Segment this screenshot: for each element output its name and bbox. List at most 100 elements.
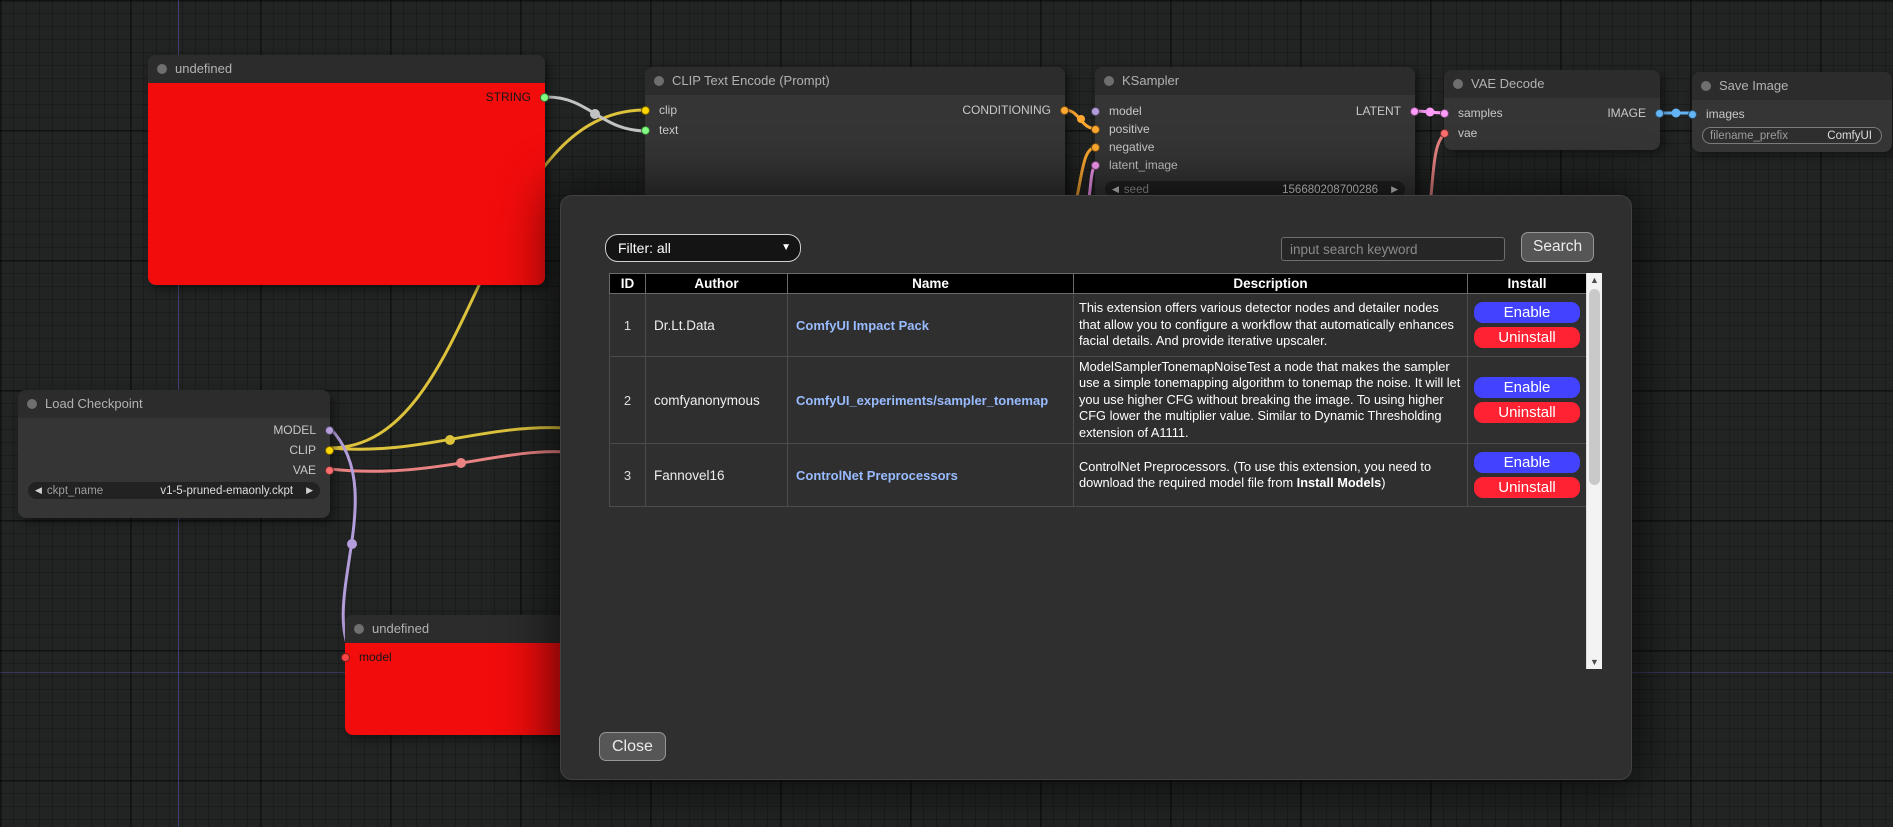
extension-link[interactable]: ComfyUI Impact Pack — [796, 318, 929, 333]
wire-vae-to-hidden — [330, 452, 566, 472]
search-input[interactable] — [1281, 237, 1505, 261]
extension-description: This extension offers various detector n… — [1074, 294, 1468, 357]
extension-link[interactable]: ControlNet Preprocessors — [796, 468, 958, 483]
node-body: MODEL CLIP VAE ◀ ckpt_name v1-5-pruned-e… — [18, 418, 330, 518]
input-slot-latent-image: latent_image — [1095, 157, 1178, 173]
input-slot-positive: positive — [1095, 121, 1150, 137]
extension-manager-dialog: Filter: all ▼ Search ID Author Name Desc… — [560, 195, 1632, 780]
enable-button[interactable]: Enable — [1474, 377, 1580, 398]
wire-hidden-to-negative — [1077, 147, 1097, 197]
decrement-arrow-icon[interactable]: ◀ — [35, 485, 42, 496]
node-titlebar[interactable]: CLIP Text Encode (Prompt) — [645, 67, 1065, 95]
slot-label: VAE — [293, 463, 316, 477]
extension-link[interactable]: ComfyUI_experiments/sampler_tonemap — [796, 393, 1048, 408]
input-slot-clip: clip — [645, 102, 677, 118]
node-title: CLIP Text Encode (Prompt) — [672, 73, 830, 88]
node-collapse-dot[interactable] — [654, 76, 664, 86]
node-body: samples vae IMAGE — [1444, 98, 1660, 150]
extension-row: 3Fannovel16ControlNet PreprocessorsContr… — [610, 444, 1587, 507]
output-pin-string[interactable] — [540, 93, 549, 102]
wire-string-to-text — [547, 97, 647, 131]
description-text: ModelSamplerTonemapNoiseTest a node that… — [1079, 359, 1460, 440]
extension-author: Dr.Lt.Data — [646, 294, 788, 357]
output-slot-model: MODEL — [273, 422, 330, 438]
enable-button[interactable]: Enable — [1474, 302, 1580, 323]
output-pin-conditioning[interactable] — [1060, 106, 1069, 115]
scrollbar-thumb[interactable] — [1589, 289, 1600, 485]
input-pin-text[interactable] — [641, 126, 650, 135]
scroll-up-icon[interactable]: ▲ — [1587, 273, 1602, 287]
slot-label: IMAGE — [1607, 106, 1646, 120]
extension-install-cell: Enable Uninstall — [1468, 444, 1587, 507]
extension-name: ComfyUI Impact Pack — [788, 294, 1074, 357]
node-collapse-dot[interactable] — [1453, 79, 1463, 89]
node-titlebar[interactable]: undefined — [148, 55, 545, 83]
extension-row: 1Dr.Lt.DataComfyUI Impact PackThis exten… — [610, 294, 1587, 357]
header-description: Description — [1074, 274, 1468, 294]
node-titlebar[interactable]: Load Checkpoint — [18, 390, 330, 418]
input-pin-negative[interactable] — [1091, 143, 1100, 152]
input-pin-samples[interactable] — [1440, 109, 1449, 118]
output-slot-vae: VAE — [293, 462, 330, 478]
output-pin-latent[interactable] — [1410, 107, 1419, 116]
increment-arrow-icon[interactable]: ▶ — [1391, 184, 1398, 195]
node-collapse-dot[interactable] — [1701, 81, 1711, 91]
input-pin-images[interactable] — [1688, 110, 1697, 119]
filename-prefix-widget[interactable]: filename_prefix ComfyUI — [1702, 127, 1882, 144]
close-button[interactable]: Close — [599, 732, 666, 761]
decrement-arrow-icon[interactable]: ◀ — [1112, 184, 1119, 195]
header-author: Author — [646, 274, 788, 294]
input-pin-positive[interactable] — [1091, 125, 1100, 134]
slot-label: MODEL — [273, 423, 316, 437]
node-undefined-top[interactable]: undefined STRING — [148, 55, 545, 285]
node-body: images filename_prefix ComfyUI — [1692, 100, 1892, 152]
filter-select-wrap: Filter: all ▼ — [605, 234, 801, 262]
search-button[interactable]: Search — [1521, 232, 1594, 262]
node-graph-canvas[interactable]: undefined STRING CLIP Text Encode (Promp… — [0, 0, 1893, 827]
node-collapse-dot[interactable] — [1104, 76, 1114, 86]
widget-value: 156680208700286 — [1282, 184, 1378, 196]
node-titlebar[interactable]: VAE Decode — [1444, 70, 1660, 98]
enable-button[interactable]: Enable — [1474, 452, 1580, 473]
extension-table: ID Author Name Description Install 1Dr.L… — [609, 273, 1587, 507]
widget-label: seed — [1124, 184, 1149, 196]
node-collapse-dot[interactable] — [157, 64, 167, 74]
node-vae-decode[interactable]: VAE Decode samples vae IMAGE — [1444, 70, 1660, 150]
ckpt-name-widget[interactable]: ◀ ckpt_name v1-5-pruned-emaonly.ckpt ▶ — [28, 482, 320, 499]
output-slot-clip: CLIP — [289, 442, 330, 458]
slot-label: negative — [1109, 140, 1154, 154]
extension-row: 2comfyanonymousComfyUI_experiments/sampl… — [610, 357, 1587, 444]
output-pin-image[interactable] — [1655, 109, 1664, 118]
header-install: Install — [1468, 274, 1587, 294]
node-titlebar[interactable]: Save Image — [1692, 72, 1892, 100]
node-save-image[interactable]: Save Image images filename_prefix ComfyU… — [1692, 72, 1892, 152]
node-title: undefined — [372, 621, 429, 636]
extension-name: ControlNet Preprocessors — [788, 444, 1074, 507]
filter-select[interactable]: Filter: all — [605, 234, 801, 262]
input-slot-vae: vae — [1444, 125, 1477, 141]
output-pin-clip[interactable] — [325, 446, 334, 455]
uninstall-button[interactable]: Uninstall — [1474, 327, 1580, 348]
node-load-checkpoint[interactable]: Load Checkpoint MODEL CLIP VAE ◀ ckpt_na… — [18, 390, 330, 518]
input-pin-model[interactable] — [1091, 107, 1100, 116]
node-body: STRING — [148, 83, 545, 285]
increment-arrow-icon[interactable]: ▶ — [306, 485, 313, 496]
scrollbar[interactable]: ▲ ▼ — [1586, 273, 1602, 669]
output-pin-model[interactable] — [325, 426, 334, 435]
output-pin-vae[interactable] — [325, 466, 334, 475]
extension-install-cell: Enable Uninstall — [1468, 357, 1587, 444]
extension-install-cell: Enable Uninstall — [1468, 294, 1587, 357]
slot-label: vae — [1458, 126, 1477, 140]
uninstall-button[interactable]: Uninstall — [1474, 402, 1580, 423]
node-collapse-dot[interactable] — [27, 399, 37, 409]
input-pin-model[interactable] — [341, 653, 350, 662]
uninstall-button[interactable]: Uninstall — [1474, 477, 1580, 498]
scroll-down-icon[interactable]: ▼ — [1587, 655, 1602, 669]
slot-label: model — [1109, 104, 1142, 118]
slot-label: CLIP — [289, 443, 316, 457]
node-titlebar[interactable]: KSampler — [1095, 67, 1415, 95]
node-collapse-dot[interactable] — [354, 624, 364, 634]
input-pin-latent-image[interactable] — [1091, 161, 1100, 170]
input-pin-vae[interactable] — [1440, 129, 1449, 138]
input-pin-clip[interactable] — [641, 106, 650, 115]
